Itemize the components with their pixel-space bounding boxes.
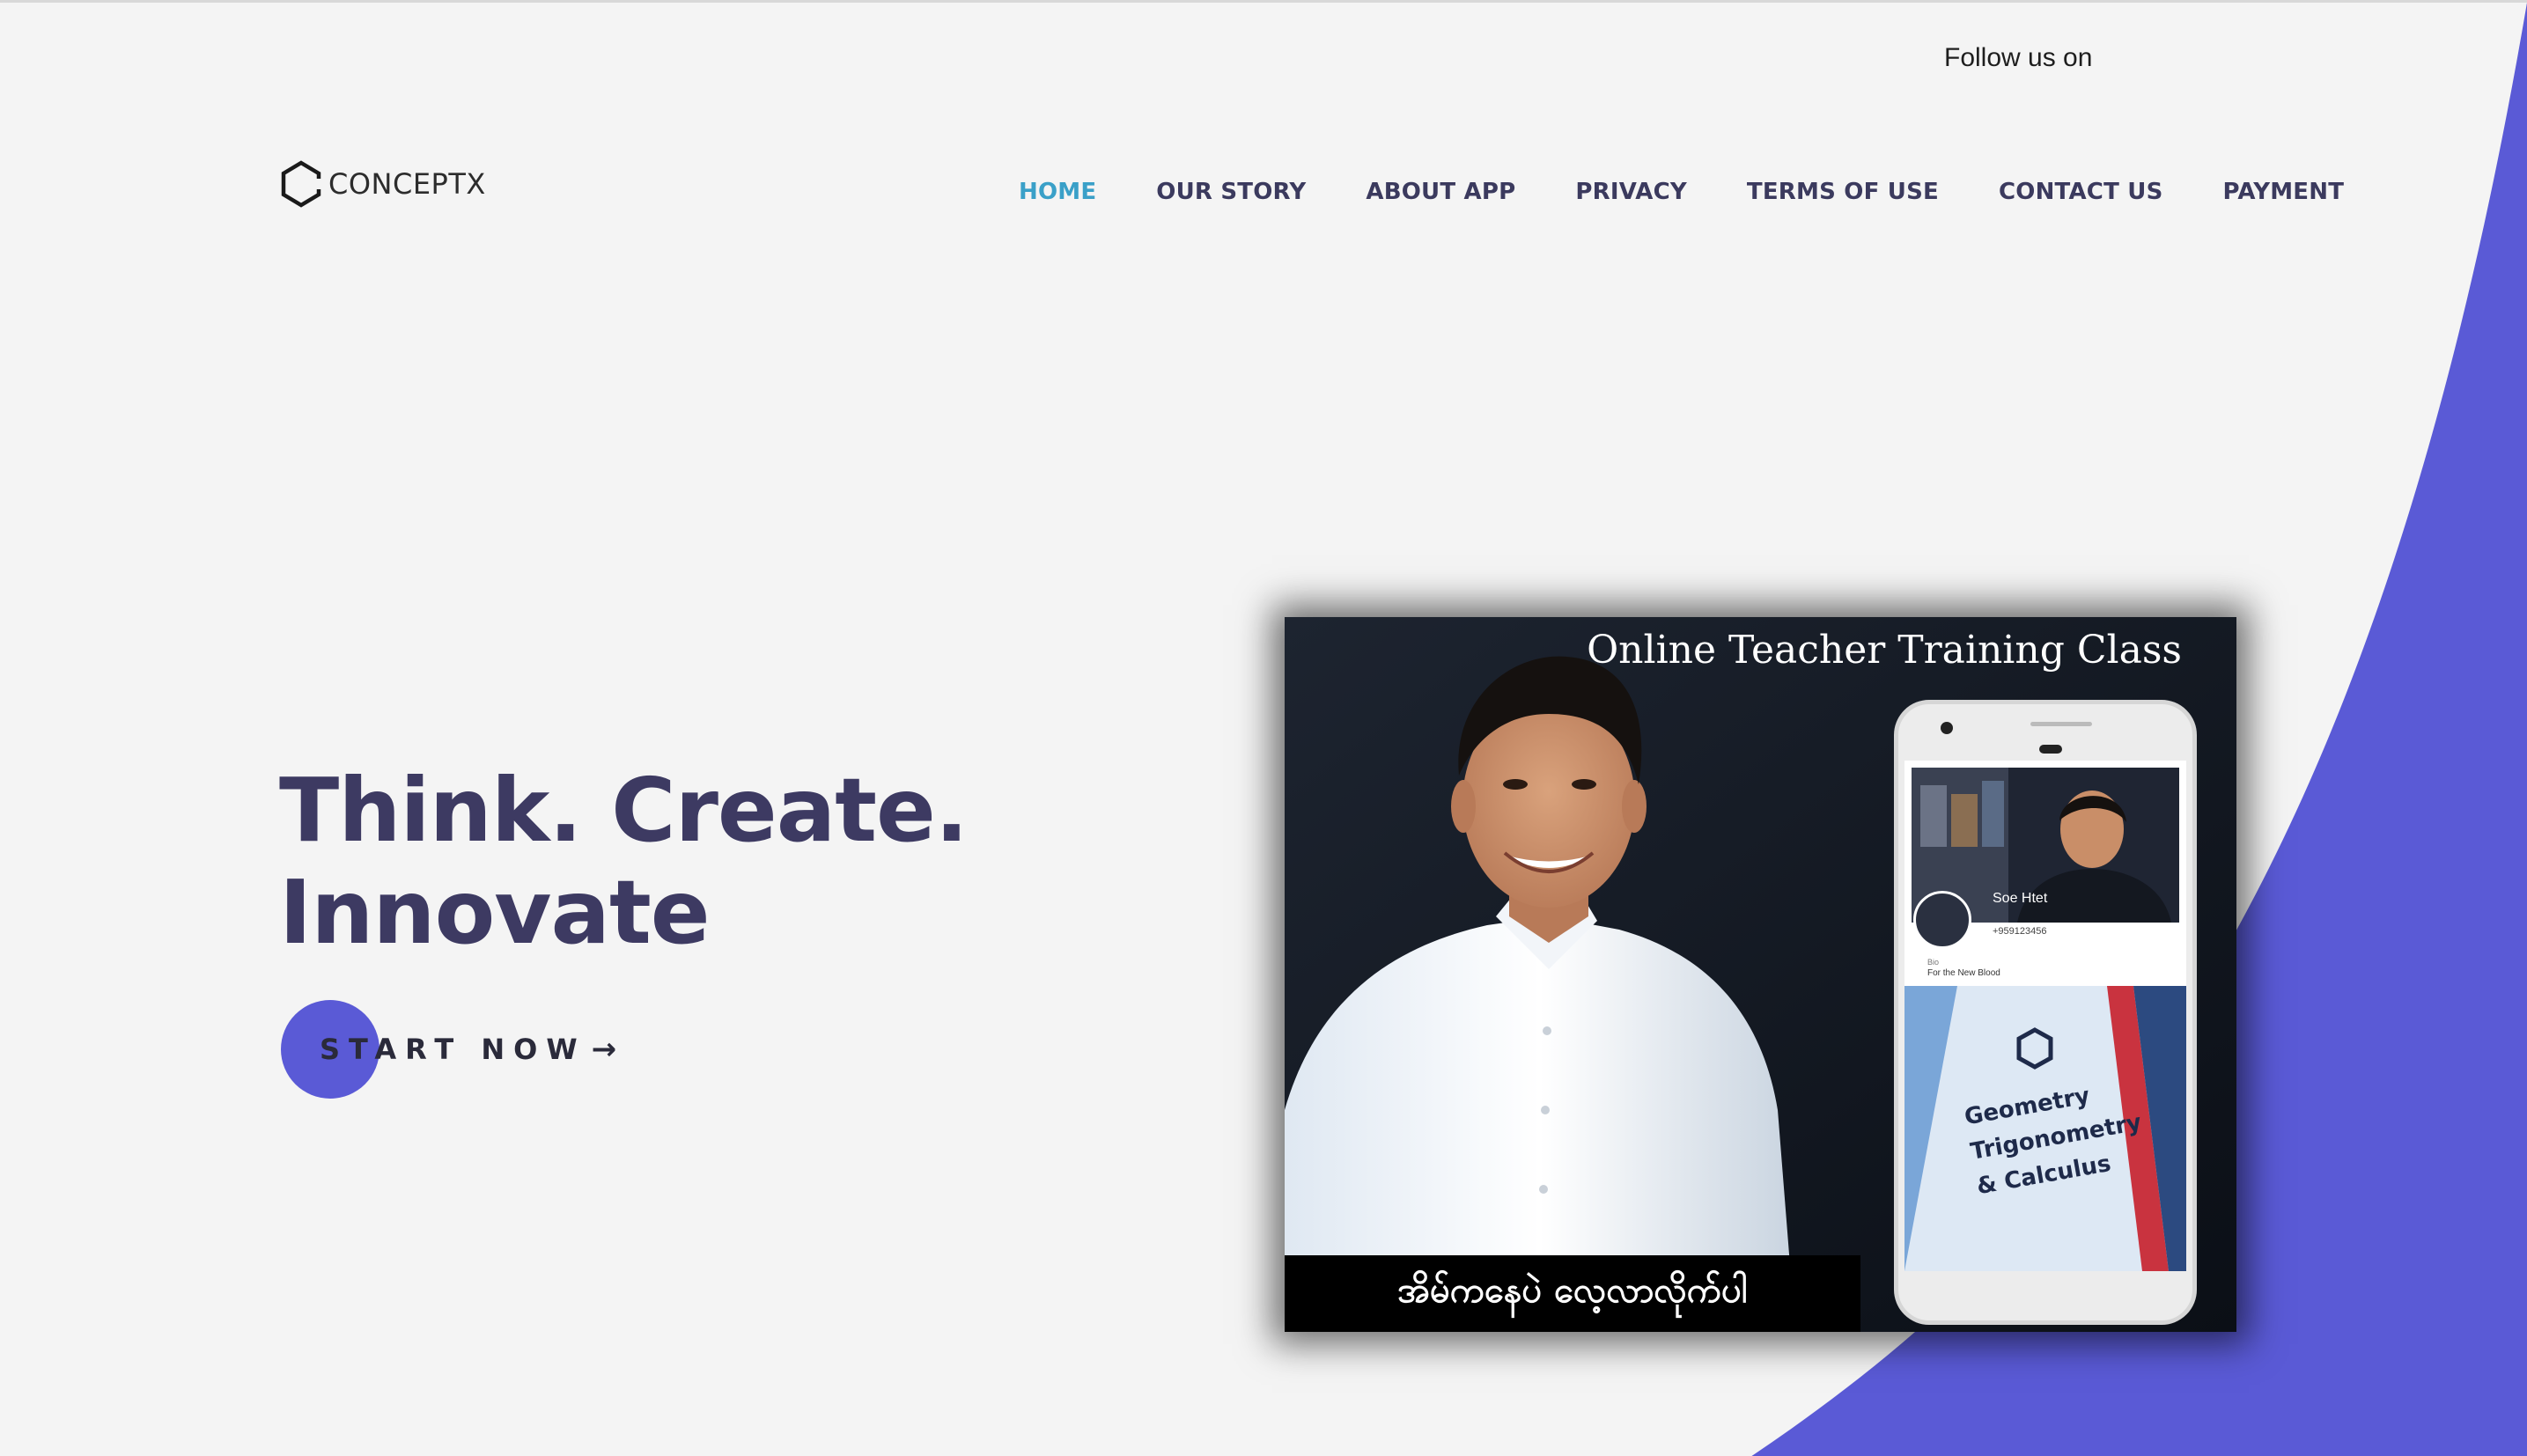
nav-terms-of-use[interactable]: TERMS OF USE [1747,176,1939,208]
caption-text: အိမ်ကနေပဲ လေ့လာလိုက်ပါ [1397,1270,1748,1311]
logo-text: CONCEPTX [328,167,486,201]
hero-media-image: Online Teacher Training Class အိမ်ကနေပဲ … [1285,617,2236,1332]
nav-home[interactable]: HOME [1019,176,1096,208]
phone-mockup: Soe Htet +959123456 Bio For the New Bloo… [1894,700,2197,1325]
start-now-label: START NOW [320,1033,586,1066]
profile-avatar [1913,891,1971,949]
profile-bio-label: Bio [1927,958,1940,967]
hexagon-logo-icon [281,160,323,208]
profile-bio: For the New Blood [1927,968,2000,978]
start-now-button[interactable]: START NOW → [281,1000,616,1099]
phone-screen: Soe Htet +959123456 Bio For the New Bloo… [1904,761,2186,1271]
caption-bar: အိမ်ကနေပဲ လေ့လာလိုက်ပါ [1285,1255,1860,1332]
logo[interactable]: CONCEPTX [279,159,486,209]
hero-title: Think. Create. Innovate [279,759,969,964]
nav-our-story[interactable]: OUR STORY [1156,176,1306,208]
profile-phone: +959123456 [1993,926,2047,937]
page: Follow us on CONCEPTX HOME OUR STORY ABO… [0,0,2527,1456]
phone-sensor [2039,745,2062,754]
profile-name: Soe Htet [1993,891,2048,906]
nav-payment[interactable]: PAYMENT [2223,176,2345,208]
main-nav: HOME OUR STORY ABOUT APP PRIVACY TERMS O… [1019,176,2344,208]
hero-title-line-2: Innovate [279,861,711,964]
nav-about-app[interactable]: ABOUT APP [1366,176,1515,208]
phone-speaker [2030,722,2092,726]
hero-title-line-1: Think. Create. [279,759,969,862]
phone-camera [1941,722,1953,734]
nav-privacy[interactable]: PRIVACY [1575,176,1687,208]
media-title: Online Teacher Training Class [1587,628,2182,673]
follow-us-label: Follow us on [1944,43,2093,72]
arrow-right-icon: → [591,1032,617,1067]
nav-contact-us[interactable]: CONTACT US [1999,176,2163,208]
